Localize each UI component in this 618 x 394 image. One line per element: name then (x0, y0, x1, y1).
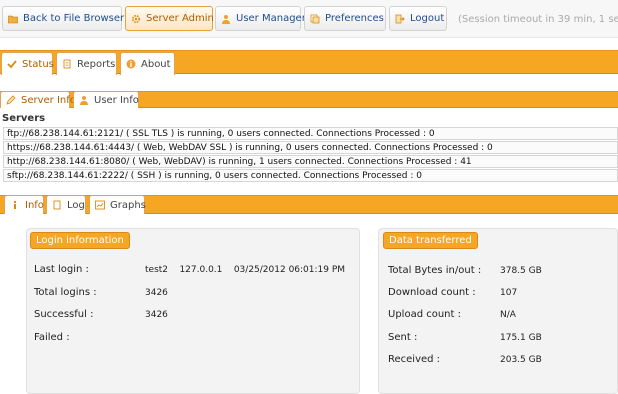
preferences-label: Preferences (325, 13, 384, 24)
upload-count-label: Upload count : (388, 309, 461, 320)
user-manager-label: User Manager (236, 13, 306, 24)
graph-icon (95, 200, 105, 210)
server-row-sftp: sftp://68.238.144.61:2222/ ( SSH ) is ru… (3, 169, 618, 182)
tab-status-label: Status (22, 58, 54, 70)
sent-label: Sent : (388, 332, 418, 343)
total-logins-value: 3426 (145, 288, 168, 298)
tab-graphs-label: Graphs (110, 199, 146, 211)
received-value: 203.5 GB (500, 355, 542, 365)
tab-server-info[interactable]: Server Info (0, 91, 76, 108)
failed-label: Failed : (34, 332, 70, 343)
tab-status[interactable]: Status (1, 52, 54, 75)
tab-about[interactable]: About (120, 52, 175, 75)
preferences-icon (310, 14, 320, 24)
logout-icon (395, 14, 405, 24)
total-bytes-label: Total Bytes in/out : (388, 265, 482, 276)
back-button-label: Back to File Browser (23, 13, 125, 24)
login-information-title: Login information (30, 232, 130, 249)
last-login-value: test2 127.0.0.1 03/25/2012 06:01:19 PM (145, 265, 346, 275)
report-icon (62, 59, 72, 69)
tab-info[interactable]: Info (4, 195, 44, 214)
received-label: Received : (388, 354, 441, 365)
tab-user-info-label: User Info (94, 94, 139, 106)
pencil-icon (6, 95, 16, 105)
server-row-ftp: ftp://68.238.144.61:2121/ ( SSL TLS ) is… (3, 127, 618, 140)
successful-value: 3426 (145, 310, 168, 320)
user-icon (79, 95, 89, 105)
tab-user-info[interactable]: User Info (73, 91, 139, 108)
server-row-http: http://68.238.144.61:8080/ ( Web, WebDAV… (3, 155, 618, 168)
total-bytes-value: 378.5 GB (500, 266, 542, 276)
tab-info-label: Info (25, 199, 44, 211)
tab-reports[interactable]: Reports (56, 52, 117, 75)
info-icon (126, 59, 136, 69)
last-login-label: Last login : (34, 264, 89, 275)
top-toolbar: Back to File Browser Server Admin User M… (0, 0, 618, 38)
servers-title: Servers (2, 113, 46, 124)
preferences-button[interactable]: Preferences (304, 6, 386, 31)
tab-log[interactable]: Log (46, 195, 86, 214)
tab-graphs[interactable]: Graphs (89, 195, 146, 214)
successful-label: Successful : (34, 309, 94, 320)
download-count-label: Download count : (388, 287, 476, 298)
back-to-file-browser-button[interactable]: Back to File Browser (2, 6, 125, 31)
server-row-https: https://68.238.144.61:4443/ ( Web, WebDA… (3, 141, 618, 154)
server-admin-button[interactable]: Server Admin (125, 6, 214, 31)
folder-icon (7, 14, 19, 24)
upload-count-value: N/A (500, 310, 516, 320)
gear-icon (131, 14, 141, 24)
sent-value: 175.1 GB (500, 333, 542, 343)
logout-label: Logout (410, 13, 445, 24)
info-icon (10, 200, 20, 210)
total-logins-label: Total logins : (34, 287, 97, 298)
user-icon (221, 14, 231, 24)
session-timeout-note: (Session timeout in 39 min, 1 secs. (458, 14, 618, 25)
tab-reports-label: Reports (77, 58, 116, 70)
logout-button[interactable]: Logout (389, 6, 447, 31)
server-admin-label: Server Admin (146, 13, 214, 24)
tab-server-info-label: Server Info (21, 94, 76, 106)
log-icon (52, 200, 62, 210)
download-count-value: 107 (500, 288, 518, 298)
tab-log-label: Log (67, 199, 85, 211)
data-transferred-title: Data transferred (383, 232, 478, 249)
user-manager-button[interactable]: User Manager (215, 6, 306, 31)
tab-about-label: About (141, 58, 171, 70)
check-icon (7, 59, 17, 69)
